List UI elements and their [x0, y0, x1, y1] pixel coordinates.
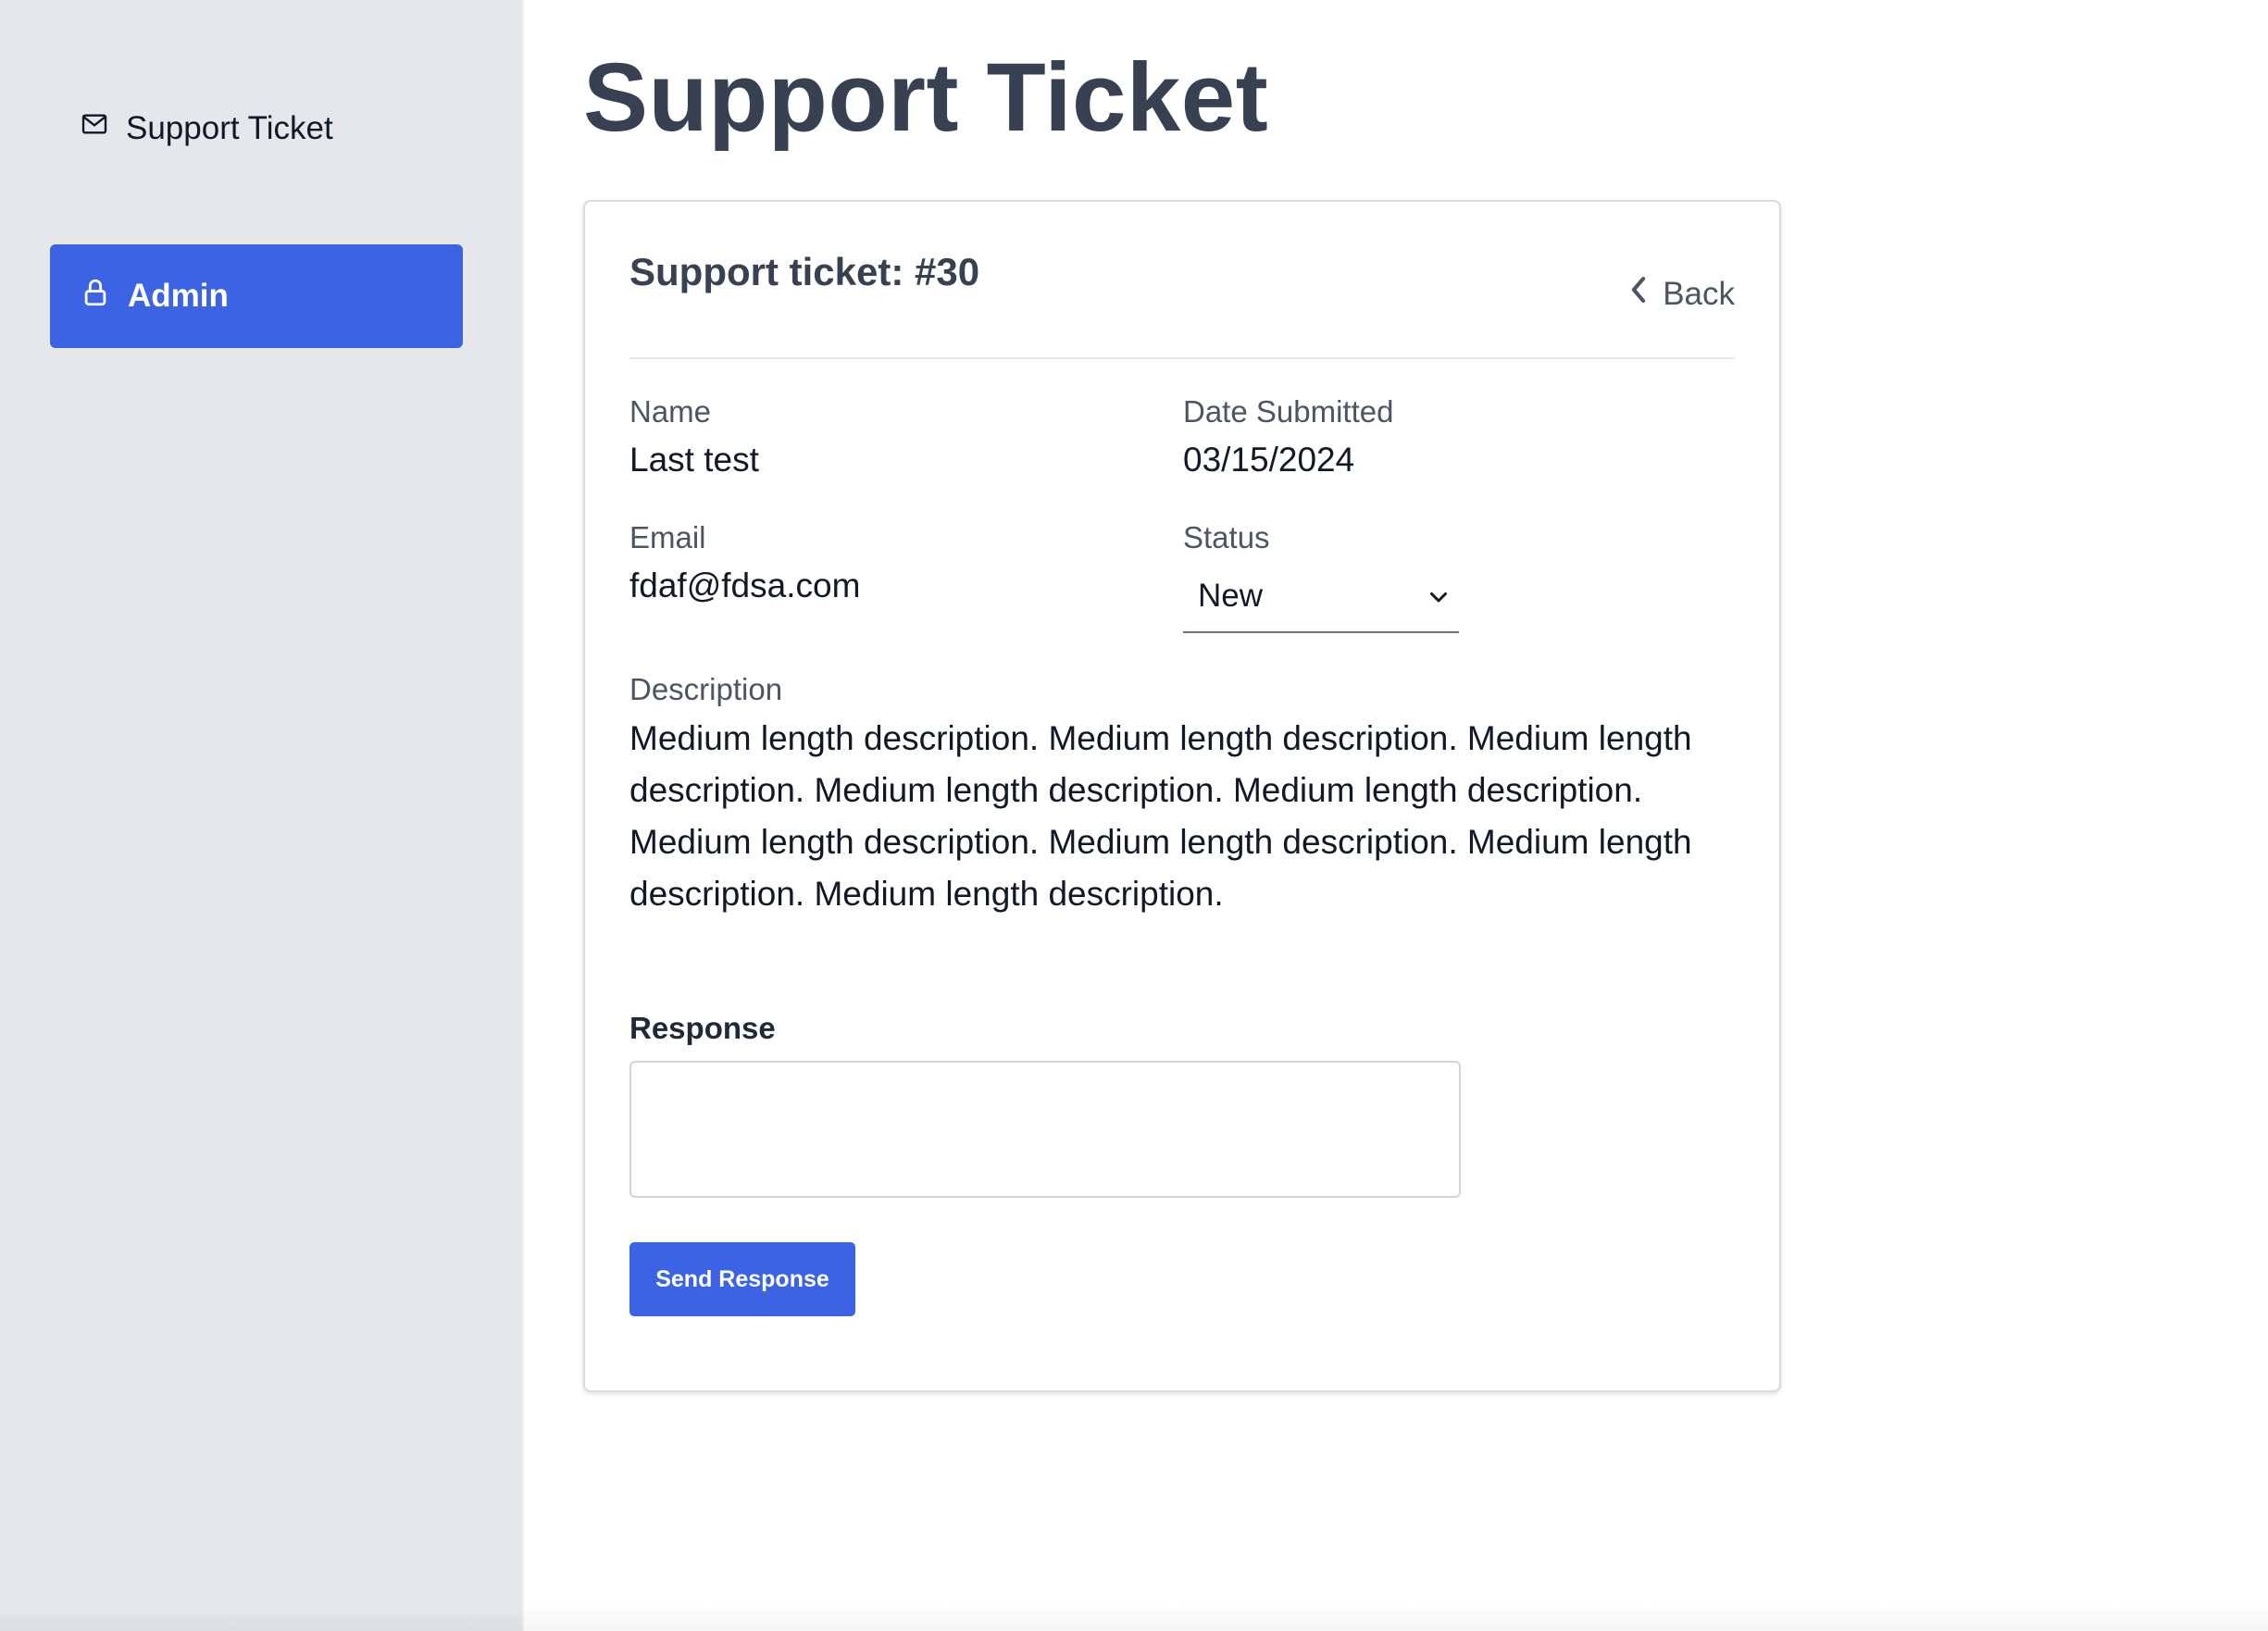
send-response-button[interactable]: Send Response [629, 1242, 855, 1316]
sidebar-item-label: Admin [128, 278, 229, 314]
bottom-shade [0, 1603, 2268, 1631]
sidebar: Support Ticket Admin [0, 0, 524, 1631]
response-textarea[interactable] [629, 1061, 1461, 1198]
main-content: Support Ticket Support ticket: #30 Back … [524, 0, 2268, 1631]
date-submitted-label: Date Submitted [1183, 394, 1394, 429]
status-value: New [1198, 578, 1264, 614]
mail-icon [80, 109, 109, 147]
sidebar-item-admin[interactable]: Admin [50, 244, 463, 348]
chevron-down-icon [1427, 578, 1450, 615]
name-label: Name [629, 394, 712, 429]
app: Support Ticket Admin Support Ticket Supp… [0, 0, 2268, 1631]
email-label: Email [629, 520, 706, 554]
description-text: Medium length description. Medium length… [629, 719, 1692, 913]
email-value: fdaf@fdsa.com [629, 566, 861, 604]
ticket-title: Support ticket: #30 [629, 250, 980, 293]
name-value: Last test [629, 441, 759, 479]
chevron-left-icon [1627, 274, 1650, 314]
status-label: Status [1183, 520, 1270, 554]
status-select[interactable]: New [1183, 561, 1459, 633]
date-submitted-value: 03/15/2024 [1183, 441, 1355, 479]
description-label: Description [629, 672, 783, 706]
sidebar-item-label: Support Ticket [126, 109, 333, 146]
back-button[interactable]: Back [1627, 274, 1735, 314]
lock-icon [80, 277, 111, 317]
ticket-card: Support ticket: #30 Back Name Last test … [583, 200, 1781, 1392]
sidebar-item-support-ticket[interactable]: Support Ticket [80, 109, 333, 147]
response-label: Response [629, 1011, 776, 1045]
divider [629, 357, 1735, 359]
back-label: Back [1663, 275, 1735, 312]
page-title: Support Ticket [583, 44, 1269, 152]
